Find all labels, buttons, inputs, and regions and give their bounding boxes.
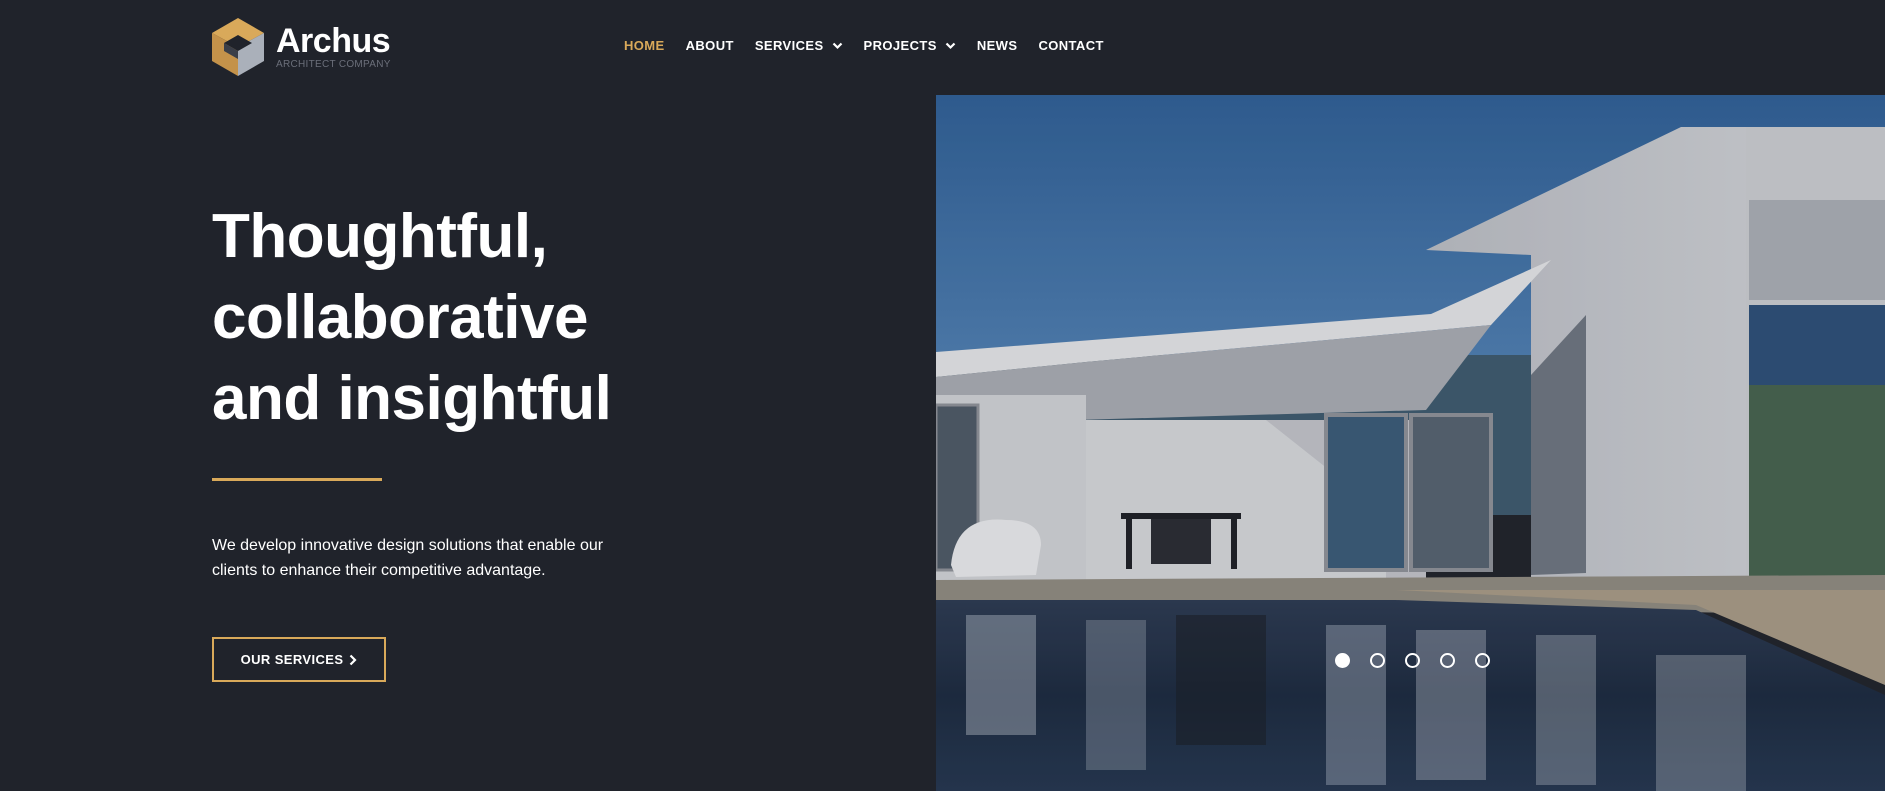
nav-news-label: NEWS bbox=[976, 38, 1018, 53]
slider-dot-5[interactable] bbox=[1475, 653, 1490, 668]
hero-divider bbox=[212, 478, 382, 481]
nav-news[interactable]: NEWS bbox=[977, 38, 1018, 53]
house-photo bbox=[936, 95, 1885, 791]
hero-title: Thoughtful, collaborative and insightful bbox=[212, 196, 612, 439]
nav-services[interactable]: SERVICES bbox=[755, 38, 843, 53]
chevron-right-icon bbox=[350, 654, 357, 665]
hero-title-line-1: Thoughtful, bbox=[212, 202, 548, 271]
nav-about-label: ABOUT bbox=[685, 38, 734, 53]
nav-about[interactable]: ABOUT bbox=[686, 38, 734, 53]
slider-dot-2[interactable] bbox=[1370, 653, 1385, 668]
hero-title-line-3: and insightful bbox=[212, 364, 612, 433]
brand-logo[interactable]: Archus ARCHITECT COMPANY bbox=[212, 18, 391, 76]
hero-description: We develop innovative design solutions t… bbox=[212, 537, 604, 579]
brand-name: Archus bbox=[276, 21, 391, 60]
hero-slider[interactable] bbox=[936, 95, 1885, 791]
nav-home-label: HOME bbox=[624, 38, 665, 53]
nav-home[interactable]: HOME bbox=[624, 38, 665, 53]
chevron-down-icon bbox=[832, 42, 842, 49]
chevron-down-icon bbox=[945, 42, 956, 49]
nav-projects[interactable]: PROJECTS bbox=[864, 38, 956, 53]
nav-services-label: SERVICES bbox=[754, 38, 824, 53]
hero-title-line-2: collaborative bbox=[212, 283, 588, 352]
our-services-label: OUR SERVICES bbox=[240, 652, 344, 667]
slider-dot-4[interactable] bbox=[1440, 653, 1455, 668]
slider-dot-3[interactable] bbox=[1405, 653, 1420, 668]
main-nav: HOME ABOUT SERVICES PROJECTS NEWS CONTAC… bbox=[624, 38, 1125, 53]
slider-dot-1[interactable] bbox=[1335, 653, 1350, 668]
our-services-button[interactable]: OUR SERVICES bbox=[212, 637, 386, 682]
nav-contact[interactable]: CONTACT bbox=[1038, 38, 1103, 53]
slider-dots bbox=[1335, 653, 1510, 668]
brand-tagline: ARCHITECT COMPANY bbox=[276, 58, 391, 70]
nav-contact-label: CONTACT bbox=[1038, 38, 1104, 53]
logo-cube-icon bbox=[212, 18, 264, 76]
nav-projects-label: PROJECTS bbox=[863, 38, 937, 53]
